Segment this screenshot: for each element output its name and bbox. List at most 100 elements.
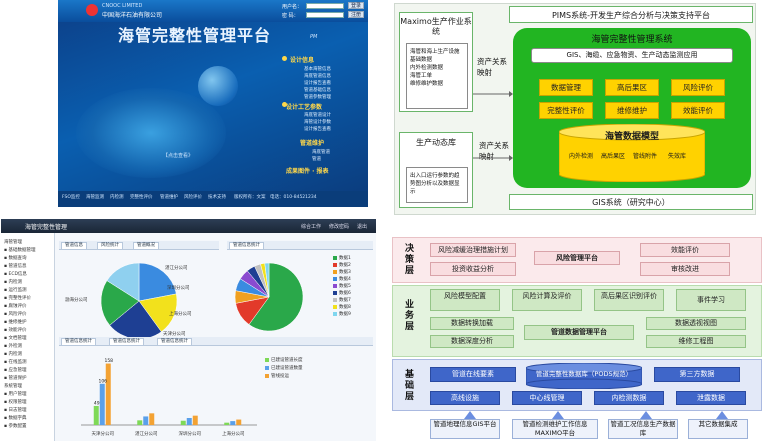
bar bbox=[224, 422, 230, 425]
tree-item[interactable]: ▪ ECD信息 bbox=[4, 271, 27, 277]
menu-item[interactable]: 设计报告查看 bbox=[304, 126, 331, 132]
tree-item[interactable]: ▪ 应急管理 bbox=[4, 367, 26, 373]
module-integrity: 完整性评价 bbox=[539, 102, 593, 119]
header-link[interactable]: 综合工作 bbox=[301, 223, 321, 230]
tree-item[interactable]: ▪ 腐蚀评价 bbox=[4, 303, 26, 309]
production-db-desc: 出入口运行参数的趋势图分析以及数据显示 bbox=[406, 167, 468, 203]
bar bbox=[192, 415, 198, 425]
tree-item[interactable]: ▪ 管道保护 bbox=[4, 375, 26, 381]
footer-link[interactable]: 管道维护 bbox=[160, 194, 178, 200]
pims-platform-box: PIMS系统-开发生产综合分析与决策支持平台 bbox=[509, 6, 753, 23]
model-item: 管线附件 bbox=[633, 153, 658, 160]
enter-link[interactable]: 【点击查看》 bbox=[163, 152, 193, 159]
tree-item[interactable]: ▪ 用户管理 bbox=[4, 391, 26, 397]
tab-bottom[interactable]: 管道信息统计 bbox=[109, 338, 144, 346]
base-box: 内检测数据 bbox=[594, 391, 664, 405]
menu-item[interactable]: 海底管道信息 bbox=[304, 73, 331, 79]
x-tick-label: 湛江分公司 bbox=[135, 430, 158, 437]
business-box: 数据透视视图 bbox=[646, 317, 746, 330]
maximo-system-box: Maximo生产作业系统 海管和海上生产设施基础数据 内外检测数据 海管工单 维… bbox=[399, 12, 473, 112]
base-box: 泄露数据 bbox=[676, 391, 746, 405]
tree-item[interactable]: ▪ 外检测 bbox=[4, 343, 22, 349]
tree-item[interactable]: ▪ 基础数据管理 bbox=[4, 247, 35, 253]
tree-item[interactable]: ▪ 管道信息 bbox=[4, 263, 26, 269]
menu-head-design[interactable]: 设计信息 bbox=[290, 55, 314, 64]
logout-link[interactable]: 退出 bbox=[357, 223, 367, 230]
footer-link[interactable]: 完整性评价 bbox=[130, 194, 153, 200]
base-box: 管道在线要素 bbox=[430, 367, 516, 382]
bar-data-label: 106 bbox=[98, 378, 107, 384]
tree-item[interactable]: ▪ 维修维护 bbox=[4, 319, 26, 325]
menu-item[interactable]: 设计报告查看 bbox=[304, 80, 331, 86]
login-button[interactable]: 登录 bbox=[348, 2, 365, 9]
panel-tabbar-right: 管道信息统计 bbox=[227, 241, 373, 250]
header-link[interactable]: 修改密码 bbox=[329, 223, 349, 230]
tab-bottom[interactable]: 管道信息统计 bbox=[157, 338, 192, 346]
menu-head-maintenance[interactable]: 管道维护 bbox=[300, 138, 324, 147]
bar bbox=[149, 413, 155, 425]
menu-item[interactable]: 基本海管信息 bbox=[304, 66, 331, 72]
tab-risk-stats[interactable]: 风险统计 bbox=[97, 242, 123, 250]
tab-pipe-stats[interactable]: 管道信息统计 bbox=[229, 242, 264, 250]
footer-link[interactable]: FSO监控 bbox=[62, 194, 80, 200]
portal-title-suffix: PM bbox=[310, 34, 318, 40]
menu-item[interactable]: 海管设计参数 bbox=[304, 119, 331, 125]
company-name-en: CNOOC LIMITED bbox=[102, 3, 143, 9]
password-input[interactable] bbox=[306, 12, 344, 18]
tree-item[interactable]: ▪ 完整性评价 bbox=[4, 295, 31, 301]
menu-item[interactable]: 海底管道 bbox=[312, 149, 330, 155]
tree-item[interactable]: 系统管理 bbox=[4, 383, 22, 389]
tree-item[interactable]: ▪ 运行监测 bbox=[4, 287, 26, 293]
data-model-title: 海管数据模型 bbox=[604, 132, 659, 142]
tree-item[interactable]: ▪ 效能评价 bbox=[4, 327, 26, 333]
footer-link[interactable]: 内检测 bbox=[110, 194, 124, 200]
bar bbox=[180, 420, 186, 425]
tree-item[interactable]: ▪ 在线监测 bbox=[4, 359, 26, 365]
module-hca: 高后果区 bbox=[605, 79, 659, 96]
decision-box: 效能评价 bbox=[640, 243, 730, 257]
footer-link[interactable]: 海管监测 bbox=[86, 194, 104, 200]
menu-item[interactable]: 管道 bbox=[312, 156, 321, 162]
business-box: 风险计算及评价 bbox=[512, 289, 582, 311]
maximo-system-title: Maximo生产作业系统 bbox=[400, 17, 472, 36]
bar bbox=[143, 416, 149, 425]
tree-item[interactable]: ▪ 内检测 bbox=[4, 351, 22, 357]
register-button[interactable]: 注册 bbox=[348, 11, 365, 18]
tab-pipe-info[interactable]: 管道信息 bbox=[61, 242, 87, 250]
base-box: 高线设施 bbox=[430, 391, 500, 405]
tree-item[interactable]: ▪ 内检测 bbox=[4, 279, 22, 285]
menu-item[interactable]: 管道基础信息 bbox=[304, 87, 331, 93]
tree-item[interactable]: ▪ 风险评价 bbox=[4, 311, 26, 317]
menu-head-process[interactable]: 设计工艺参数 bbox=[286, 102, 322, 111]
production-db-box: 生产动态库 出入口运行参数的趋势图分析以及数据显示 bbox=[399, 132, 473, 208]
tree-item[interactable]: ▪ 权限管理 bbox=[4, 399, 26, 405]
legend-item: 数据6 bbox=[333, 290, 351, 296]
gis-system-box: GIS系统（研究中心） bbox=[509, 194, 753, 210]
x-tick-label: 天津分公司 bbox=[92, 430, 115, 437]
tree-item[interactable]: ▪ 数据字典 bbox=[4, 415, 26, 421]
tab-bottom[interactable]: 管道信息统计 bbox=[61, 338, 96, 346]
footer-link[interactable]: 风险评价 bbox=[184, 194, 202, 200]
bar-data-label: 158 bbox=[104, 358, 113, 364]
footer-link[interactable]: 技术支持 bbox=[208, 194, 226, 200]
tree-item[interactable]: ▪ 日志管理 bbox=[4, 407, 26, 413]
menu-item[interactable]: 管道参数管理 bbox=[304, 94, 331, 100]
tree-item[interactable]: ▪ 文档管理 bbox=[4, 335, 26, 341]
maximo-item: 内外检测数据 bbox=[410, 65, 444, 71]
module-data-mgmt: 数据管理 bbox=[539, 79, 593, 96]
legend-item: 数据5 bbox=[333, 283, 351, 289]
decision-box: 风险减缓治理措施计划 bbox=[430, 243, 516, 257]
globe-graphic-icon bbox=[198, 66, 238, 106]
username-input[interactable] bbox=[306, 3, 344, 9]
pie1-label: 上海分公司 bbox=[169, 312, 192, 317]
tree-item[interactable]: 海管管理 bbox=[4, 239, 22, 245]
tab-overview[interactable]: 管道概况 bbox=[133, 242, 159, 250]
module-maintenance: 维修维护 bbox=[605, 102, 659, 119]
menu-item[interactable]: 海底管道设计 bbox=[304, 112, 331, 118]
tree-item[interactable]: ▪ 数据查询 bbox=[4, 255, 26, 261]
bar bbox=[105, 363, 111, 425]
legend-item: 数据4 bbox=[333, 276, 351, 282]
tree-item[interactable]: ▪ 参数配置 bbox=[4, 423, 26, 429]
menu-head-results[interactable]: 成果图件 · 报表 bbox=[286, 166, 328, 175]
business-box: 维修工程图 bbox=[646, 335, 746, 348]
